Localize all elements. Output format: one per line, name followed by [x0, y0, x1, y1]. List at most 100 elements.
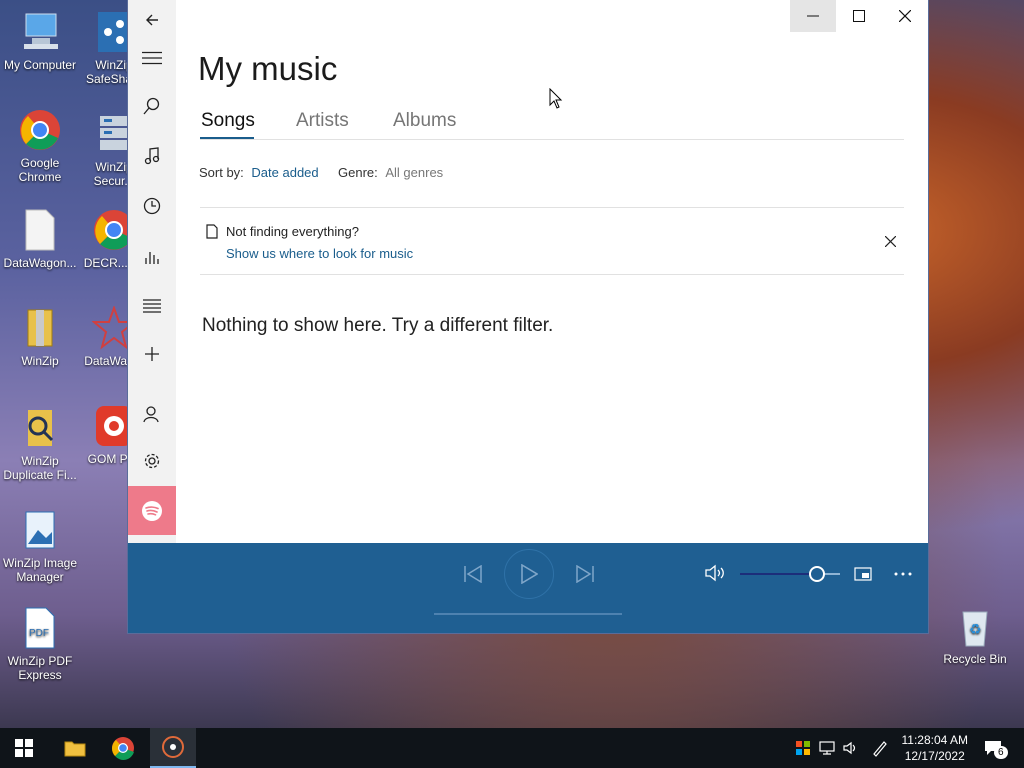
- skip-previous-icon: [464, 565, 482, 583]
- genre-value[interactable]: All genres: [385, 165, 443, 180]
- genre-control[interactable]: Genre: All genres: [338, 165, 443, 180]
- desktop-icon-winzip-pdf-express[interactable]: PDF WinZip PDF Express: [0, 606, 80, 682]
- close-icon: [899, 10, 911, 22]
- pdf-icon: PDF: [18, 606, 62, 650]
- desktop-icon-my-computer[interactable]: My Computer: [0, 10, 80, 72]
- document-icon: [206, 224, 218, 239]
- desktop-icon-google-chrome[interactable]: Google Chrome: [0, 108, 80, 184]
- plus-icon: [145, 347, 159, 361]
- previous-button[interactable]: [458, 559, 488, 589]
- volume-button[interactable]: [702, 559, 730, 587]
- computer-icon: [18, 10, 62, 54]
- spotify-icon: [142, 500, 162, 521]
- tab-songs[interactable]: Songs: [201, 110, 255, 132]
- taskbar-groove-music[interactable]: [150, 728, 196, 768]
- account-button[interactable]: [128, 394, 176, 434]
- playlist-icon: [143, 299, 161, 313]
- chrome-icon: [112, 737, 134, 760]
- mini-view-button[interactable]: [850, 561, 876, 587]
- desktop-icon-winzip-image-manager[interactable]: WinZip Image Manager: [0, 508, 80, 584]
- minimize-icon: [807, 15, 819, 17]
- taskbar-clock[interactable]: 11:28:04 AM 12/17/2022: [902, 732, 969, 764]
- skip-next-icon: [576, 565, 594, 583]
- svg-text:PDF: PDF: [29, 628, 49, 639]
- next-button[interactable]: [570, 559, 600, 589]
- desktop-icon-label: Recycle Bin: [943, 652, 1007, 666]
- desktop-icon-label: WinZip: [21, 354, 59, 368]
- windows-logo-icon: [15, 739, 33, 757]
- menu-button[interactable]: [128, 38, 176, 78]
- desktop-icon-label: Google Chrome: [18, 156, 62, 184]
- play-button[interactable]: [504, 549, 554, 599]
- taskbar: 11:28:04 AM 12/17/2022 6: [0, 728, 1024, 768]
- spotify-button[interactable]: [128, 486, 176, 535]
- mini-player-icon: [854, 567, 872, 581]
- search-icon: [143, 97, 160, 115]
- desktop-icon-label: DataWagon...: [3, 256, 77, 270]
- pen-icon: [873, 741, 887, 757]
- hamburger-icon: [142, 51, 162, 65]
- tray-network-icon[interactable]: [818, 728, 836, 768]
- gear-icon: [144, 453, 160, 469]
- mouse-cursor-icon: [549, 88, 563, 109]
- desktop-icon-datawagon[interactable]: DataWagon...: [0, 208, 80, 270]
- image-icon: [18, 508, 62, 552]
- notification-count-badge: 6: [994, 746, 1008, 759]
- sort-value[interactable]: Date added: [251, 165, 318, 180]
- tray-pen-icon[interactable]: [868, 728, 892, 768]
- speaker-icon: [705, 564, 724, 582]
- volume-fill: [740, 573, 816, 575]
- notice-bottom-divider: [200, 274, 904, 275]
- desktop-icon-label: WinZip Duplicate Fi...: [3, 454, 77, 482]
- page-title: My music: [198, 50, 338, 87]
- recycle-bin-icon: ♻: [953, 604, 997, 648]
- minimize-button[interactable]: [790, 0, 836, 32]
- user-icon: [143, 406, 159, 423]
- tab-artists[interactable]: Artists: [296, 110, 349, 132]
- desktop-icon-recycle-bin[interactable]: ♻ Recycle Bin: [935, 604, 1015, 666]
- tray-volume-icon[interactable]: [842, 728, 860, 768]
- volume-handle[interactable]: [809, 566, 825, 582]
- desktop-icon-winzip-duplicate[interactable]: WinZip Duplicate Fi...: [0, 406, 80, 482]
- desktop-icon-winzip[interactable]: WinZip: [0, 306, 80, 368]
- player-bar: [128, 543, 928, 633]
- notice-title: Not finding everything?: [226, 224, 359, 239]
- recent-plays-nav[interactable]: [128, 186, 176, 226]
- settings-button[interactable]: [128, 441, 176, 481]
- dismiss-notice-button[interactable]: [878, 230, 902, 252]
- my-music-nav[interactable]: [128, 136, 176, 176]
- tray-security-icon[interactable]: [794, 728, 812, 768]
- taskbar-file-explorer[interactable]: [52, 728, 98, 768]
- back-button[interactable]: [128, 0, 176, 40]
- network-icon: [819, 741, 835, 755]
- tab-albums[interactable]: Albums: [393, 110, 456, 132]
- sort-control[interactable]: Sort by: Date added: [199, 165, 319, 180]
- maximize-button[interactable]: [836, 0, 882, 32]
- now-playing-nav[interactable]: [128, 236, 176, 276]
- desktop-icon-label: My Computer: [3, 58, 77, 72]
- action-center-button[interactable]: 6: [978, 728, 1008, 768]
- genre-label: Genre:: [338, 165, 378, 180]
- close-button[interactable]: [882, 0, 928, 32]
- new-playlist-button[interactable]: [128, 334, 176, 374]
- notice-link[interactable]: Show us where to look for music: [226, 246, 413, 261]
- empty-state-message: Nothing to show here. Try a different fi…: [202, 315, 554, 336]
- more-options-button[interactable]: [890, 561, 916, 587]
- shield-icon: [796, 741, 810, 755]
- start-button[interactable]: [0, 728, 48, 768]
- volume-slider[interactable]: [740, 566, 840, 582]
- clock-date: 12/17/2022: [904, 749, 965, 763]
- clock-time: 11:28:04 AM: [901, 733, 969, 747]
- svg-text:♻: ♻: [969, 622, 982, 638]
- more-dots-icon: [894, 572, 912, 576]
- taskbar-chrome[interactable]: [100, 728, 146, 768]
- equalizer-icon: [145, 252, 159, 264]
- chrome-icon: [18, 108, 62, 152]
- search-button[interactable]: [128, 86, 176, 126]
- seek-bar[interactable]: [434, 613, 622, 615]
- sort-label: Sort by:: [199, 165, 244, 180]
- winzip-icon: [18, 306, 62, 350]
- file-icon: [18, 208, 62, 252]
- playlists-nav[interactable]: [128, 286, 176, 326]
- speaker-icon: [843, 741, 856, 755]
